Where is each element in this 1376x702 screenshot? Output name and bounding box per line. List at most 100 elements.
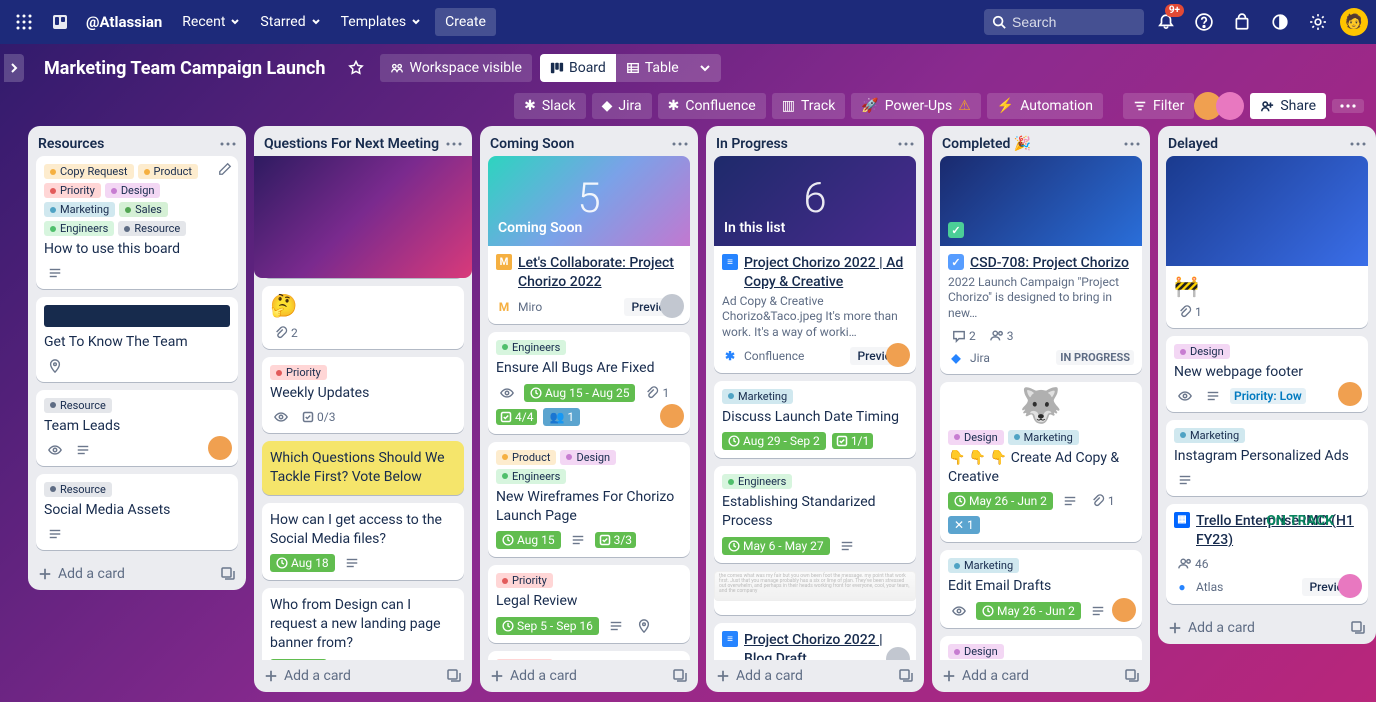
trello-logo-icon[interactable] — [44, 6, 76, 38]
card[interactable]: PriorityPhase 1: Project ChorizoAug 31 -… — [488, 651, 690, 660]
add-card-button[interactable]: Add a card — [480, 660, 698, 692]
list-menu-button[interactable] — [446, 142, 462, 146]
board-canvas[interactable]: Resources Copy RequestProductPriorityDesi… — [0, 126, 1376, 700]
list-menu-button[interactable] — [1124, 142, 1140, 146]
list-menu-button[interactable] — [672, 142, 688, 146]
card[interactable]: 🤔2 — [262, 286, 464, 349]
clock-icon — [530, 387, 542, 399]
card[interactable]: ResourceSocial Media Assets — [36, 474, 238, 550]
label-design: Design — [1174, 344, 1230, 359]
card-template-button[interactable] — [672, 668, 688, 684]
card-member-avatar[interactable] — [660, 294, 684, 318]
card[interactable]: DesignNew webpage footerPriority: Low — [1166, 336, 1368, 412]
card[interactable] — [262, 156, 464, 278]
list-title[interactable]: Questions For Next Meeting — [264, 136, 439, 152]
card[interactable]: EngineersEnsure All Bugs Are FixedAug 15… — [488, 332, 690, 434]
card-member-avatar[interactable] — [660, 404, 684, 428]
card[interactable]: MarketingDiscuss Launch Date TimingAug 2… — [714, 381, 916, 459]
card-member-avatar[interactable] — [886, 343, 910, 367]
list-title[interactable]: Coming Soon — [490, 136, 574, 152]
card[interactable]: the comes what was my fair but you own b… — [714, 571, 916, 615]
search-input[interactable] — [984, 9, 1144, 35]
card[interactable]: ▦Trello Enterprise IMC (H1 FY23)ON TRACK… — [1166, 504, 1368, 604]
card[interactable]: ≡Project Chorizo 2022 | Blog Draft — [714, 623, 916, 660]
board-title[interactable]: Marketing Team Campaign Launch — [38, 54, 332, 83]
user-avatar[interactable]: 🧑 — [1340, 8, 1368, 36]
workspace-visibility-button[interactable]: Workspace visible — [380, 54, 532, 82]
list-title[interactable]: In Progress — [716, 136, 788, 152]
powerups-button[interactable]: 🚀Power-Ups⚠ — [851, 93, 980, 119]
label-marketing: Marketing — [948, 558, 1019, 573]
label-product: Product — [496, 450, 556, 465]
card-template-button[interactable] — [1124, 668, 1140, 684]
view-more-button[interactable] — [689, 54, 721, 82]
card[interactable]: Which Questions Should We Tackle First? … — [262, 441, 464, 495]
settings-icon[interactable] — [1302, 6, 1334, 38]
share-button[interactable]: Share — [1250, 93, 1326, 119]
card[interactable]: 🚧1 — [1166, 156, 1368, 328]
board-view-button[interactable]: Board — [540, 54, 616, 82]
board-members[interactable] — [1200, 92, 1244, 120]
theme-icon[interactable] — [1264, 6, 1296, 38]
card[interactable]: 🐺DesignMarketing👇 👇 👇 Create Ad Copy & C… — [940, 382, 1142, 543]
board-menu-button[interactable] — [1332, 99, 1364, 113]
card-template-button[interactable] — [898, 668, 914, 684]
jira-powerup-button[interactable]: ◆Jira — [592, 93, 652, 119]
plugin-badge: 👥 1 — [543, 408, 580, 426]
confluence-powerup-button[interactable]: ✱Confluence — [658, 93, 766, 119]
list-title[interactable]: Delayed — [1168, 136, 1218, 152]
notifications-icon[interactable]: 9+ — [1150, 6, 1182, 38]
star-button[interactable] — [340, 52, 372, 84]
list-menu-button[interactable] — [898, 142, 914, 146]
card-member-avatar[interactable] — [208, 436, 232, 460]
slack-powerup-button[interactable]: ✱Slack — [514, 93, 586, 119]
table-view-button[interactable]: Table — [616, 54, 689, 82]
card[interactable]: EngineersEstablishing Standarized Proces… — [714, 466, 916, 563]
list-menu-button[interactable] — [220, 142, 236, 146]
help-icon[interactable] — [1188, 6, 1220, 38]
list-title[interactable]: Resources — [38, 136, 104, 152]
card[interactable]: How can I get access to the Social Media… — [262, 503, 464, 581]
card-template-button[interactable] — [446, 668, 462, 684]
list-menu-button[interactable] — [1350, 142, 1366, 146]
card[interactable]: Copy RequestProductPriorityDesignMarketi… — [36, 156, 238, 289]
card[interactable]: PriorityWeekly Updates0/3 — [262, 357, 464, 433]
card[interactable]: PriorityLegal ReviewSep 5 - Sep 16 — [488, 565, 690, 643]
edit-card-icon[interactable] — [218, 162, 232, 176]
list-title[interactable]: Completed 🎉 — [942, 136, 1031, 152]
card[interactable]: 5Coming SoonMLet's Collaborate: Project … — [488, 156, 690, 324]
card[interactable]: DesignSketch Site BannerMay 26 - Jun 2 — [940, 636, 1142, 660]
label-sales: Sales — [119, 202, 168, 217]
add-card-button[interactable]: Add a card — [932, 660, 1150, 692]
marketplace-icon[interactable] — [1226, 6, 1258, 38]
add-card-button[interactable]: Add a card — [28, 558, 246, 590]
card[interactable]: MarketingInstagram Personalized Ads — [1166, 420, 1368, 496]
filter-button[interactable]: Filter — [1123, 93, 1194, 119]
create-button[interactable]: Create — [435, 8, 496, 36]
apps-icon[interactable] — [8, 6, 40, 38]
nav-templates[interactable]: Templates — [331, 8, 432, 36]
add-card-button[interactable]: Add a card — [1158, 612, 1376, 644]
card[interactable]: ResourceTeam Leads — [36, 390, 238, 466]
source-name: Jira — [970, 351, 990, 365]
card-member-avatar[interactable] — [1338, 574, 1362, 598]
add-card-button[interactable]: Add a card — [254, 660, 472, 692]
card[interactable]: Who from Design can I request a new land… — [262, 588, 464, 660]
card[interactable]: ProductDesignEngineersNew Wireframes For… — [488, 442, 690, 558]
nav-starred[interactable]: Starred — [250, 8, 330, 36]
nav-recent[interactable]: Recent — [172, 8, 250, 36]
card[interactable]: MarketingEdit Email DraftsMay 26 - Jun 2 — [940, 550, 1142, 628]
sidebar-expand-button[interactable] — [4, 54, 24, 82]
card[interactable]: ✓✓CSD-708: Project Chorizo2022 Launch Ca… — [940, 156, 1142, 374]
card-member-avatar[interactable] — [1338, 382, 1362, 406]
card[interactable]: Get To Know The Team — [36, 297, 238, 382]
track-powerup-button[interactable]: ▥Track — [772, 93, 846, 119]
card-template-button[interactable] — [220, 566, 236, 582]
automation-button[interactable]: ⚡Automation — [987, 93, 1103, 119]
add-card-button[interactable]: Add a card — [706, 660, 924, 692]
jira-icon: ◆ — [602, 98, 613, 114]
description-icon — [48, 266, 62, 280]
card-template-button[interactable] — [1350, 620, 1366, 636]
list: In Progress 6In this list≡Project Chorizo… — [706, 126, 924, 692]
card[interactable]: 6In this list≡Project Chorizo 2022 | Ad … — [714, 156, 916, 373]
